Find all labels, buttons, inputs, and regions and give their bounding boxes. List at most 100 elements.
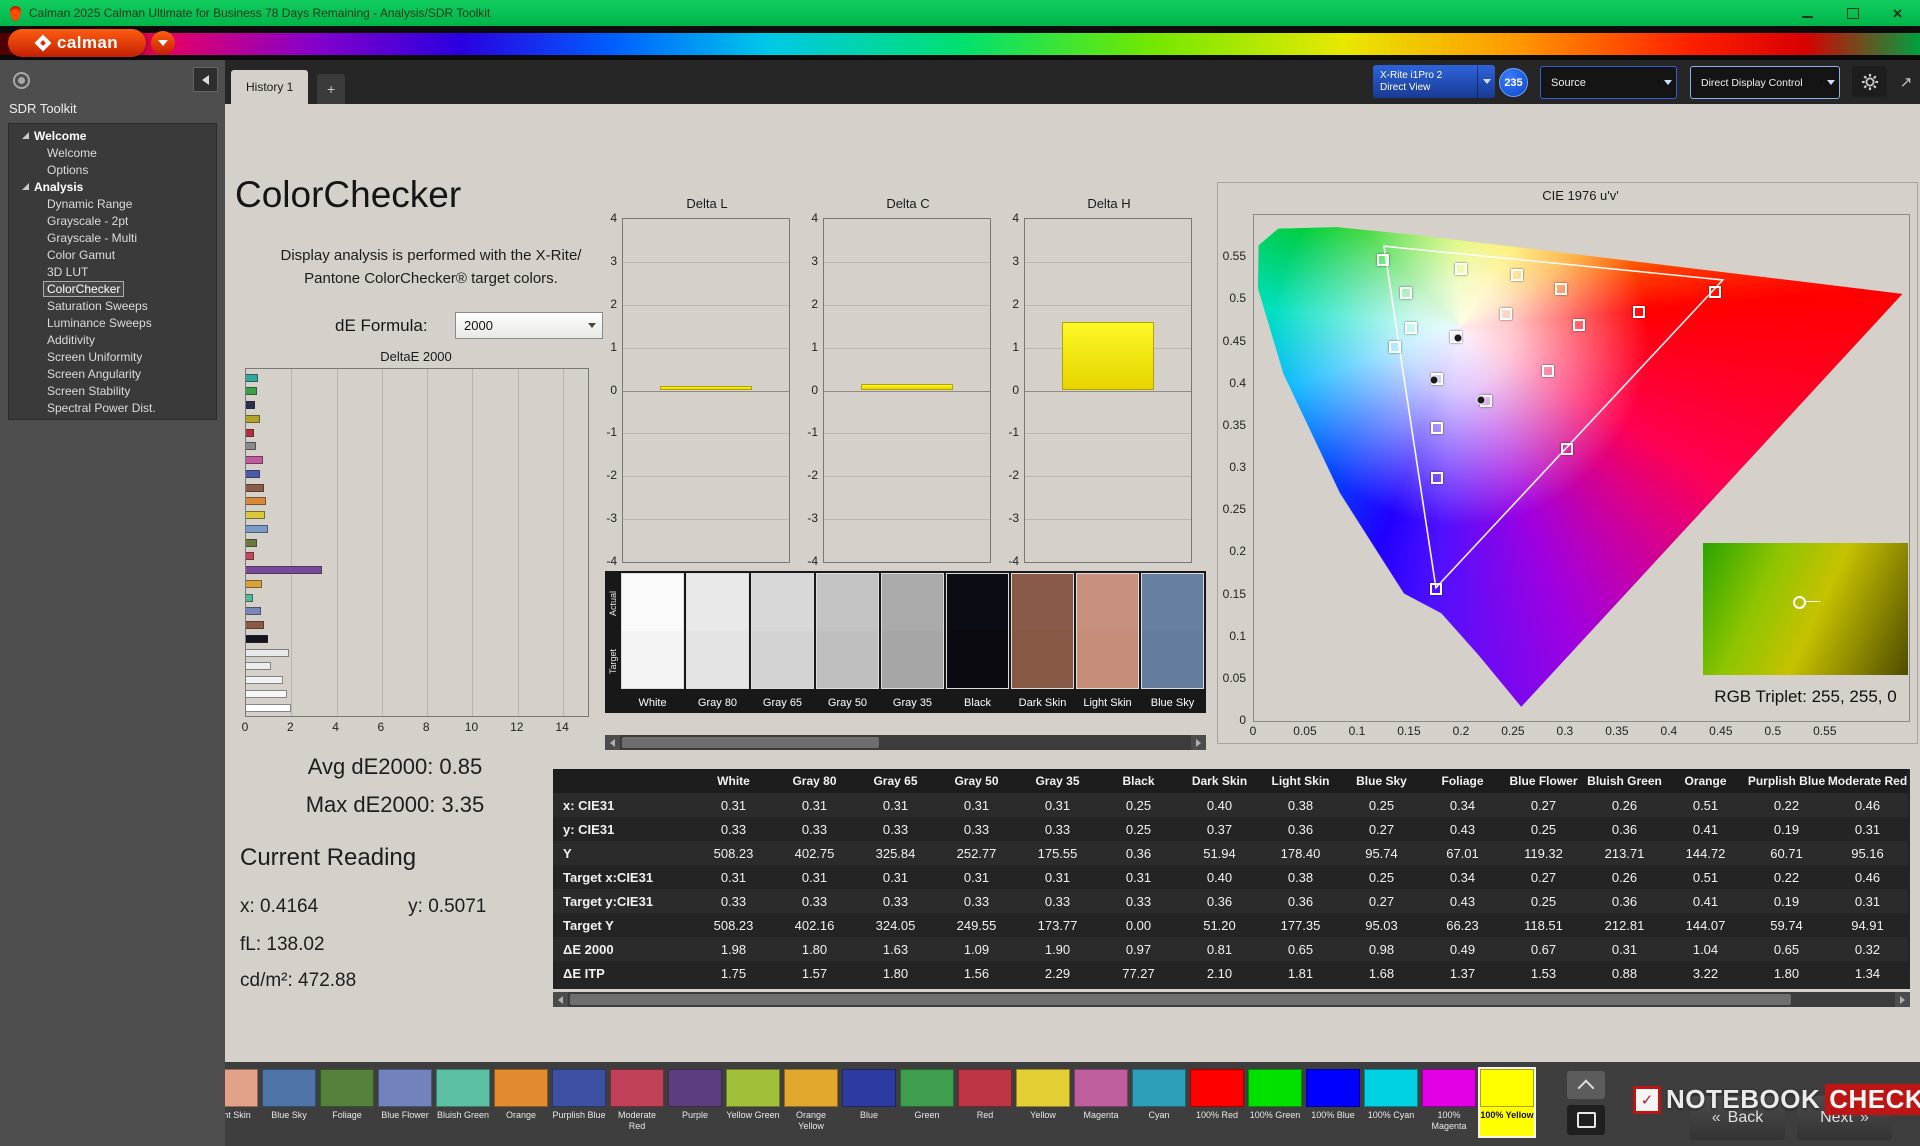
sidebar-item-analysis[interactable]: Analysis xyxy=(9,178,216,195)
patch-tile-orange-yellow[interactable]: Orange Yellow xyxy=(784,1069,838,1136)
patch-color-swatch xyxy=(1480,1069,1534,1107)
colorchecker-swatch-white[interactable]: White xyxy=(621,573,684,713)
table-cell: 0.19 xyxy=(1773,821,1800,837)
patch-tiles: Light Skin Blue Sky Foliage Blue Flower Blui… xyxy=(225,1067,1536,1138)
patch-tile-foliage[interactable]: Foliage xyxy=(320,1069,374,1136)
axis-tick-label: 0.25 xyxy=(1222,502,1246,517)
source-dropdown[interactable]: Source xyxy=(1540,66,1677,99)
patch-tile-cyan[interactable]: Cyan xyxy=(1132,1069,1186,1136)
sidebar-item-3d-lut[interactable]: 3D LUT xyxy=(9,263,216,280)
scroll-right-button[interactable] xyxy=(1895,992,1910,1007)
patch-tile-magenta[interactable]: Magenta xyxy=(1074,1069,1128,1136)
sidebar-item-welcome[interactable]: Welcome xyxy=(9,127,216,144)
patch-label: 100% Yellow xyxy=(1480,1110,1534,1120)
sidebar-item-saturation-sweeps[interactable]: Saturation Sweeps xyxy=(9,297,216,314)
add-tab-button[interactable]: + xyxy=(317,74,346,104)
swatch-label: Dark Skin xyxy=(1018,697,1067,709)
patch-tile-100-blue[interactable]: 100% Blue xyxy=(1306,1069,1360,1136)
patch-tile-moderate-red[interactable]: Moderate Red xyxy=(610,1069,664,1136)
collapse-bar-button[interactable] xyxy=(1567,1071,1605,1099)
sidebar-item-dynamic-range[interactable]: Dynamic Range xyxy=(9,195,216,212)
table-cell: 0.22 xyxy=(1773,869,1800,885)
sidebar-item-additivity[interactable]: Additivity xyxy=(9,331,216,348)
patch-tile-orange[interactable]: Orange xyxy=(494,1069,548,1136)
next-button[interactable]: Next » xyxy=(1797,1096,1892,1140)
patch-tile-100-magenta[interactable]: 100% Magenta xyxy=(1422,1069,1476,1136)
scroll-thumb[interactable] xyxy=(570,994,1791,1005)
scroll-left-button[interactable] xyxy=(605,735,620,750)
axis-tick-label: 0 xyxy=(1239,713,1246,727)
current-fl-stat: fL: 138.02 xyxy=(240,934,325,955)
colorchecker-swatch-gray-65[interactable]: Gray 65 xyxy=(751,573,814,713)
column-header: Moderate Red xyxy=(1827,769,1908,793)
patch-tile-purple[interactable]: Purple xyxy=(668,1069,722,1136)
patch-label: Red xyxy=(976,1110,994,1120)
scroll-right-button[interactable] xyxy=(1191,735,1206,750)
patch-tile-green[interactable]: Green xyxy=(900,1069,954,1136)
minimize-button[interactable] xyxy=(1785,0,1830,26)
axis-tick-label: -2 xyxy=(606,468,617,483)
sidebar-item-spectral-power-dist[interactable]: Spectral Power Dist. xyxy=(9,399,216,416)
swatch-chip xyxy=(1076,573,1139,689)
settings-gear-button[interactable] xyxy=(1852,66,1887,97)
patch-tile-100-yellow[interactable]: 100% Yellow xyxy=(1478,1067,1536,1138)
main-menu-button[interactable] xyxy=(151,31,175,55)
sidebar-item-screen-stability[interactable]: Screen Stability xyxy=(9,382,216,399)
back-button[interactable]: « Back xyxy=(1690,1096,1785,1140)
patch-tile-blue[interactable]: Blue xyxy=(842,1069,896,1136)
tab-history-1[interactable]: History 1 xyxy=(231,70,309,104)
colorchecker-swatch-gray-50[interactable]: Gray 50 xyxy=(816,573,879,713)
patch-tile-purplish-blue[interactable]: Purplish Blue xyxy=(552,1069,606,1136)
sidebar-item-color-gamut[interactable]: Color Gamut xyxy=(9,246,216,263)
display-control-dropdown[interactable]: Direct Display Control xyxy=(1690,66,1840,99)
sidebar-item-welcome[interactable]: Welcome xyxy=(9,144,216,161)
colorchecker-swatch-blue-sky[interactable]: Blue Sky xyxy=(1141,573,1204,713)
table-cell: 95.74 xyxy=(1365,845,1398,861)
sidebar-item-grayscale-multi[interactable]: Grayscale - Multi xyxy=(9,229,216,246)
sidebar-item-options[interactable]: Options xyxy=(9,161,216,178)
gridline xyxy=(623,304,789,306)
popout-button[interactable]: ↗ xyxy=(1893,69,1919,95)
colorchecker-swatch-gray-80[interactable]: Gray 80 xyxy=(686,573,749,713)
colorchecker-swatch-dark-skin[interactable]: Dark Skin xyxy=(1011,573,1074,713)
scroll-track[interactable] xyxy=(620,735,1191,750)
meter-dropdown[interactable]: X-Rite i1Pro 2 Direct View xyxy=(1373,65,1495,98)
patch-tile-100-red[interactable]: 100% Red xyxy=(1190,1069,1244,1136)
table-cell: 118.51 xyxy=(1524,917,1563,933)
scroll-track[interactable] xyxy=(568,992,1895,1007)
patch-tile-blue-sky[interactable]: Blue Sky xyxy=(262,1069,316,1136)
patch-tile-yellow[interactable]: Yellow xyxy=(1016,1069,1070,1136)
table-cell: 0.51 xyxy=(1692,797,1719,813)
sidebar-item-grayscale-2pt[interactable]: Grayscale - 2pt xyxy=(9,212,216,229)
close-button[interactable]: × xyxy=(1875,0,1920,26)
sidebar-item-colorchecker[interactable]: ColorChecker xyxy=(9,280,216,297)
sidebar-item-screen-uniformity[interactable]: Screen Uniformity xyxy=(9,348,216,365)
gridline xyxy=(824,304,990,306)
avg-de2000-stat: Avg dE2000: 0.85 xyxy=(307,754,483,779)
sidebar-collapse-button[interactable] xyxy=(193,67,218,92)
table-cell: 0.36 xyxy=(1206,893,1233,909)
patch-tile-bluish-green[interactable]: Bluish Green xyxy=(436,1069,490,1136)
sidebar-item-luminance-sweeps[interactable]: Luminance Sweeps xyxy=(9,314,216,331)
patch-tile-light-skin[interactable]: Light Skin xyxy=(225,1069,258,1136)
swatch-strip-scrollbar[interactable] xyxy=(605,735,1206,750)
maximize-button[interactable] xyxy=(1830,0,1875,26)
colorchecker-swatch-gray-35[interactable]: Gray 35 xyxy=(881,573,944,713)
table-scrollbar[interactable] xyxy=(553,992,1910,1007)
pattern-window-button[interactable] xyxy=(1567,1105,1605,1135)
target-marker xyxy=(1708,285,1721,298)
patch-tile-blue-flower[interactable]: Blue Flower xyxy=(378,1069,432,1136)
table-cell: 51.20 xyxy=(1203,917,1236,933)
sidebar-item-screen-angularity[interactable]: Screen Angularity xyxy=(9,365,216,382)
axis-tick-label: 0 xyxy=(811,382,818,397)
patch-tile-100-green[interactable]: 100% Green xyxy=(1248,1069,1302,1136)
patch-tile-100-cyan[interactable]: 100% Cyan xyxy=(1364,1069,1418,1136)
scroll-left-button[interactable] xyxy=(553,992,568,1007)
patch-tile-red[interactable]: Red xyxy=(958,1069,1012,1136)
patch-tile-yellow-green[interactable]: Yellow Green xyxy=(726,1069,780,1136)
colorchecker-swatch-black[interactable]: Black xyxy=(946,573,1009,713)
calman-logo-button[interactable]: calman xyxy=(8,29,146,57)
scroll-thumb[interactable] xyxy=(622,737,879,748)
colorchecker-swatch-light-skin[interactable]: Light Skin xyxy=(1076,573,1139,713)
de-formula-dropdown[interactable]: 2000 xyxy=(455,312,603,339)
